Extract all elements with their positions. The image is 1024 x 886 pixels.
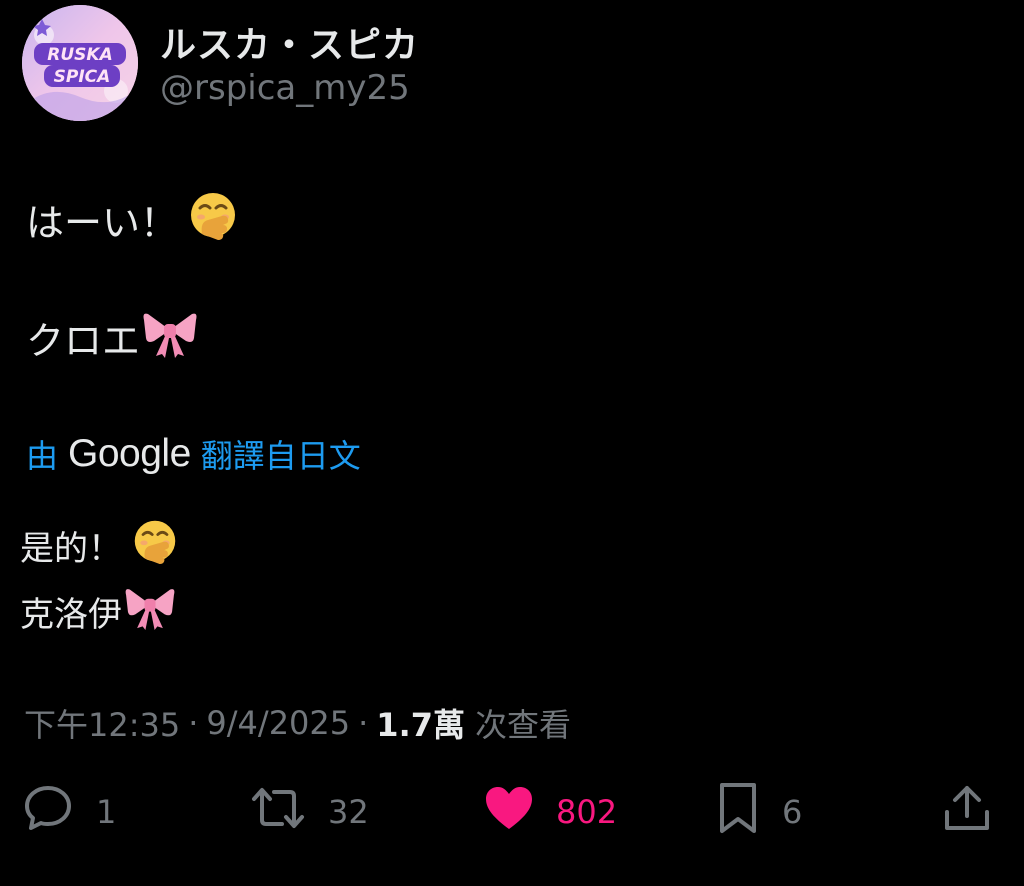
translated-line1-text: 是的！ — [20, 529, 122, 569]
pink-ribbon-icon — [142, 308, 198, 367]
bookmark-icon — [716, 781, 760, 843]
post-line2-text: クロエ — [26, 319, 141, 363]
retweet-count: 32 — [328, 793, 369, 831]
share-button[interactable] — [942, 784, 992, 840]
reply-icon — [22, 782, 74, 842]
post-date[interactable]: 9/4/2025 — [206, 704, 350, 742]
avatar[interactable]: RUSKA SPICA — [22, 5, 138, 121]
translated-line2-text: 克洛伊 — [20, 595, 122, 635]
translation-by-label: 由 — [26, 437, 59, 475]
reply-button[interactable]: 1 — [22, 784, 116, 840]
post-time[interactable]: 下午12:35 — [24, 700, 180, 746]
retweet-button[interactable]: 32 — [250, 784, 369, 840]
heart-icon — [484, 785, 534, 839]
meta-separator: · — [188, 704, 199, 742]
google-logo: Google — [68, 432, 191, 475]
translated-line-1: 是的！ — [20, 518, 178, 573]
like-count: 802 — [556, 793, 618, 831]
bookmark-button[interactable]: 6 — [716, 781, 803, 843]
retweet-icon — [250, 782, 306, 842]
share-icon — [942, 782, 992, 842]
pink-ribbon-icon — [124, 584, 176, 639]
view-label[interactable]: 次查看 — [475, 700, 571, 746]
view-count[interactable]: 1.7萬 — [376, 700, 465, 746]
like-button[interactable]: 802 — [484, 784, 617, 840]
svg-text:RUSKA: RUSKA — [47, 45, 112, 65]
hand-over-mouth-face-icon — [188, 190, 238, 249]
hand-over-mouth-face-icon — [132, 518, 178, 573]
bookmark-count: 6 — [782, 793, 803, 831]
translation-header: 由 Google 翻譯自日文 — [26, 431, 361, 477]
author-name[interactable]: ルスカ・スピカ — [160, 16, 419, 68]
post-text-line-1: はーい！ — [26, 190, 238, 249]
author-handle[interactable]: @rspica_my25 — [160, 68, 410, 108]
post-meta: 下午12:35 · 9/4/2025 · 1.7萬 次查看 — [24, 700, 571, 746]
post-line1-text: はーい！ — [26, 201, 179, 245]
post-text-line-2: クロエ — [26, 308, 198, 367]
svg-text:SPICA: SPICA — [54, 67, 111, 87]
reply-count: 1 — [96, 793, 117, 831]
translated-line-2: 克洛伊 — [20, 584, 176, 639]
meta-separator: · — [358, 704, 369, 742]
translated-from-link[interactable]: 翻譯自日文 — [201, 431, 361, 477]
